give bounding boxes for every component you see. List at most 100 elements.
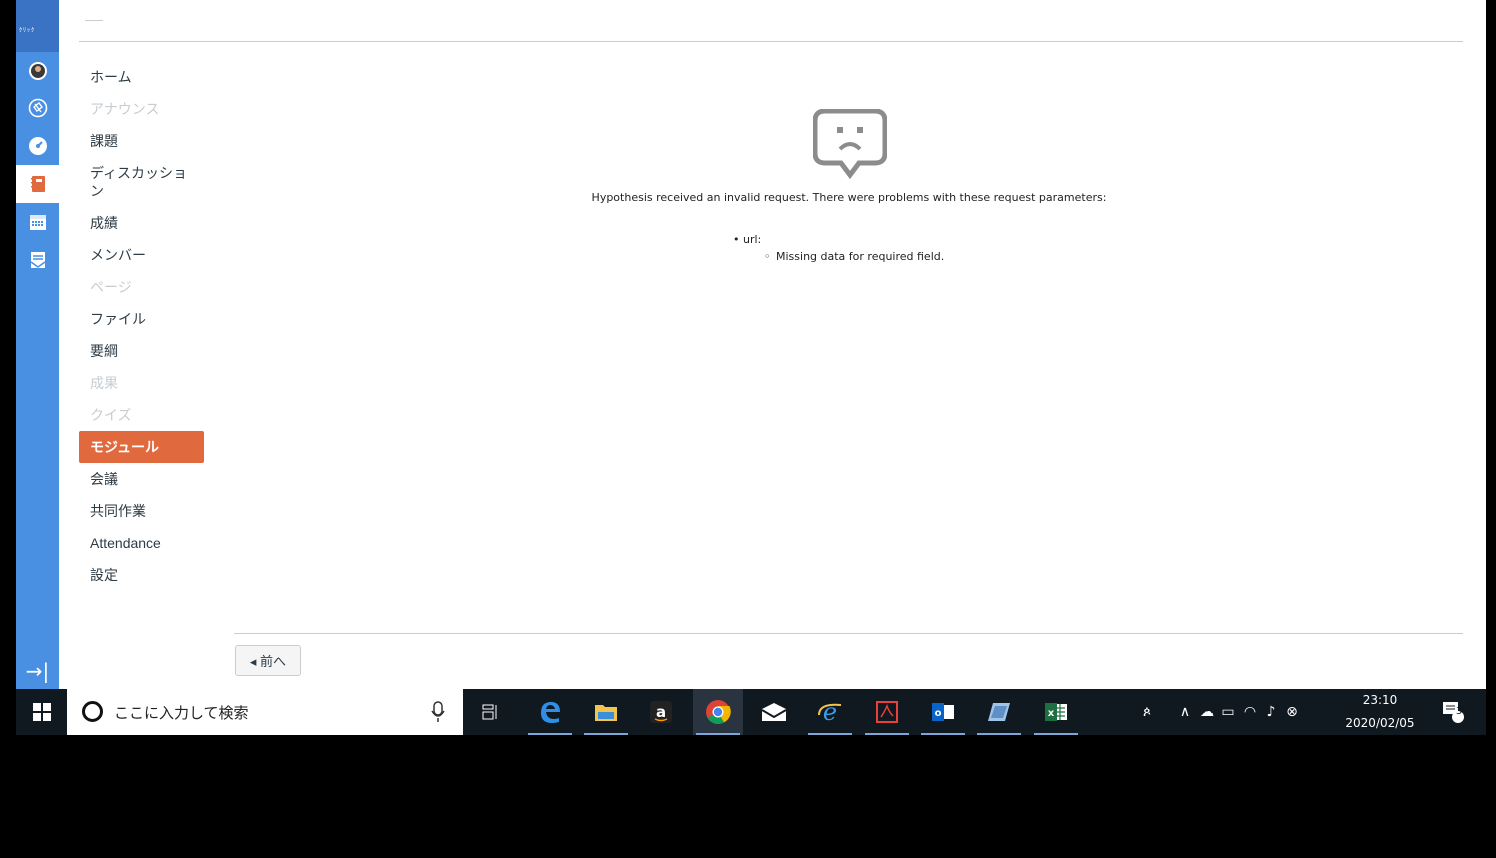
svg-text:x: x bbox=[1048, 708, 1055, 719]
taskbar-excel[interactable]: x bbox=[1031, 689, 1081, 735]
screen: ｸﾘｯｸ →| ホーム アナウンス 課題 ディスカッション 成績 メンバー ペー… bbox=[16, 0, 1486, 858]
file-explorer-icon bbox=[595, 705, 617, 721]
taskbar-edge[interactable] bbox=[525, 689, 575, 735]
course-nav-item[interactable]: 成績 bbox=[79, 207, 204, 239]
people-button[interactable]: ጶ bbox=[1134, 689, 1160, 735]
show-hidden-icons-button[interactable]: ∧ bbox=[1176, 689, 1194, 735]
task-view-icon bbox=[482, 704, 497, 720]
tray-volume[interactable]: ♪ bbox=[1261, 689, 1281, 735]
course-nav-item: アナウンス bbox=[90, 101, 160, 117]
error-detail: Missing data for required field. bbox=[764, 250, 944, 263]
global-nav-admin[interactable] bbox=[16, 89, 59, 127]
course-nav-item[interactable]: メンバー bbox=[79, 239, 204, 271]
wifi-icon: ◠ bbox=[1243, 704, 1257, 720]
running-indicator bbox=[696, 733, 740, 735]
svg-text:a: a bbox=[656, 703, 666, 721]
start-button[interactable] bbox=[16, 689, 67, 735]
task-view-button[interactable] bbox=[466, 689, 516, 735]
mail-icon bbox=[761, 703, 787, 721]
course-nav-item[interactable]: ファイル bbox=[79, 303, 204, 335]
course-nav-item[interactable]: モジュール bbox=[79, 431, 204, 463]
logo-text: ｸﾘｯｸ bbox=[19, 27, 36, 34]
cloud-off-icon: ☁ bbox=[1200, 704, 1214, 720]
top-dash bbox=[85, 20, 103, 21]
global-nav-account[interactable] bbox=[16, 52, 59, 90]
clock-date: 2020/02/05 bbox=[1345, 716, 1415, 730]
top-divider bbox=[79, 41, 1463, 42]
amazon-icon: a bbox=[650, 701, 672, 723]
excel-icon: x bbox=[1045, 703, 1067, 721]
global-nav-courses[interactable] bbox=[16, 165, 59, 203]
course-nav-item[interactable]: ホーム bbox=[79, 61, 204, 93]
tray-error[interactable]: ⊗ bbox=[1282, 689, 1302, 735]
internet-explorer-icon: e bbox=[818, 699, 842, 725]
edge-icon bbox=[541, 702, 560, 723]
chevron-up-icon: ∧ bbox=[1179, 704, 1191, 720]
course-nav-item: クイズ bbox=[90, 407, 132, 423]
running-indicator bbox=[808, 733, 852, 735]
account-icon bbox=[28, 62, 47, 80]
notification-count: 3 bbox=[1455, 706, 1463, 717]
running-indicator bbox=[865, 733, 909, 735]
people-icon: ጶ bbox=[1143, 704, 1151, 720]
error-detail-list: Missing data for required field. bbox=[764, 250, 944, 263]
outlook-icon: o bbox=[932, 703, 954, 721]
taskbar-mail[interactable] bbox=[749, 689, 799, 735]
sad-face-icon bbox=[813, 109, 887, 179]
cortana-icon bbox=[82, 701, 103, 722]
running-indicator bbox=[584, 733, 628, 735]
course-nav: ホームアナウンス課題 ディスカッション 成績 メンバーページファイル 要綱成果クイズモジ… bbox=[79, 61, 205, 591]
global-nav-dashboard[interactable] bbox=[16, 127, 59, 165]
previous-button[interactable]: ◂ 前へ bbox=[235, 645, 301, 676]
svg-text:o: o bbox=[935, 708, 942, 719]
calendar-icon bbox=[29, 215, 46, 230]
taskbar-internet-explorer[interactable]: e bbox=[805, 689, 855, 735]
taskbar-outlook[interactable]: o bbox=[918, 689, 968, 735]
clock-time: 23:10 bbox=[1362, 693, 1398, 707]
courses-icon bbox=[30, 176, 45, 192]
global-nav: ｸﾘｯｸ →| bbox=[16, 0, 59, 689]
global-nav-inbox[interactable] bbox=[16, 241, 59, 279]
chrome-icon bbox=[706, 700, 731, 725]
clock[interactable]: 23:10 2020/02/05 bbox=[1338, 692, 1422, 732]
course-nav-item[interactable]: Attendance bbox=[79, 527, 204, 559]
collapse-nav-button[interactable]: →| bbox=[16, 658, 59, 684]
action-center-button[interactable]: 3 bbox=[1433, 689, 1473, 735]
taskbar-chrome[interactable] bbox=[693, 689, 743, 735]
error-message: Hypothesis received an invalid request. … bbox=[591, 191, 1107, 204]
note-icon bbox=[988, 703, 1010, 721]
running-indicator bbox=[528, 733, 572, 735]
course-nav-item[interactable]: ディスカッション bbox=[79, 157, 204, 207]
course-nav-item[interactable]: 設定 bbox=[79, 559, 204, 591]
taskbar-acrobat[interactable] bbox=[862, 689, 912, 735]
tray-network-off[interactable]: ☁ bbox=[1196, 689, 1218, 735]
course-nav-item: ページ bbox=[90, 279, 132, 295]
global-nav-calendar[interactable] bbox=[16, 203, 59, 241]
tray-wifi[interactable]: ◠ bbox=[1240, 689, 1260, 735]
course-nav-item[interactable]: 共同作業 bbox=[79, 495, 204, 527]
taskbar-amazon[interactable]: a bbox=[636, 689, 686, 735]
course-nav-item[interactable]: 課題 bbox=[79, 125, 204, 157]
course-nav-item[interactable]: 会議 bbox=[79, 463, 204, 495]
microphone-icon[interactable] bbox=[431, 701, 445, 723]
running-indicator bbox=[921, 733, 965, 735]
search-placeholder: ここに入力して検索 bbox=[114, 704, 249, 722]
logo[interactable]: ｸﾘｯｸ bbox=[16, 0, 59, 52]
course-nav-item: 成果 bbox=[90, 375, 118, 391]
course-nav-item[interactable]: 要綱 bbox=[79, 335, 204, 367]
taskbar-search-box[interactable]: ここに入力して検索 bbox=[67, 689, 463, 735]
svg-text:e: e bbox=[823, 699, 837, 725]
taskbar-file-explorer[interactable] bbox=[581, 689, 631, 735]
inbox-icon bbox=[30, 252, 45, 268]
taskbar: ここに入力して検索 a e o x ጶ ∧ ☁ ▭ ◠ ♪ ⊗ 23:10 20… bbox=[16, 689, 1486, 735]
battery-icon: ▭ bbox=[1221, 704, 1235, 720]
error-circle-icon: ⊗ bbox=[1286, 704, 1298, 720]
windows-icon bbox=[32, 703, 51, 721]
tray-battery[interactable]: ▭ bbox=[1218, 689, 1238, 735]
error-content: Hypothesis received an invalid request. … bbox=[234, 95, 1464, 615]
dashboard-icon bbox=[28, 137, 47, 155]
error-param-name: url: bbox=[743, 233, 762, 246]
taskbar-note-app[interactable] bbox=[974, 689, 1024, 735]
footer-divider bbox=[234, 633, 1463, 634]
canvas-app: ｸﾘｯｸ →| ホーム アナウンス 課題 ディスカッション 成績 メンバー ペー… bbox=[16, 0, 1486, 689]
